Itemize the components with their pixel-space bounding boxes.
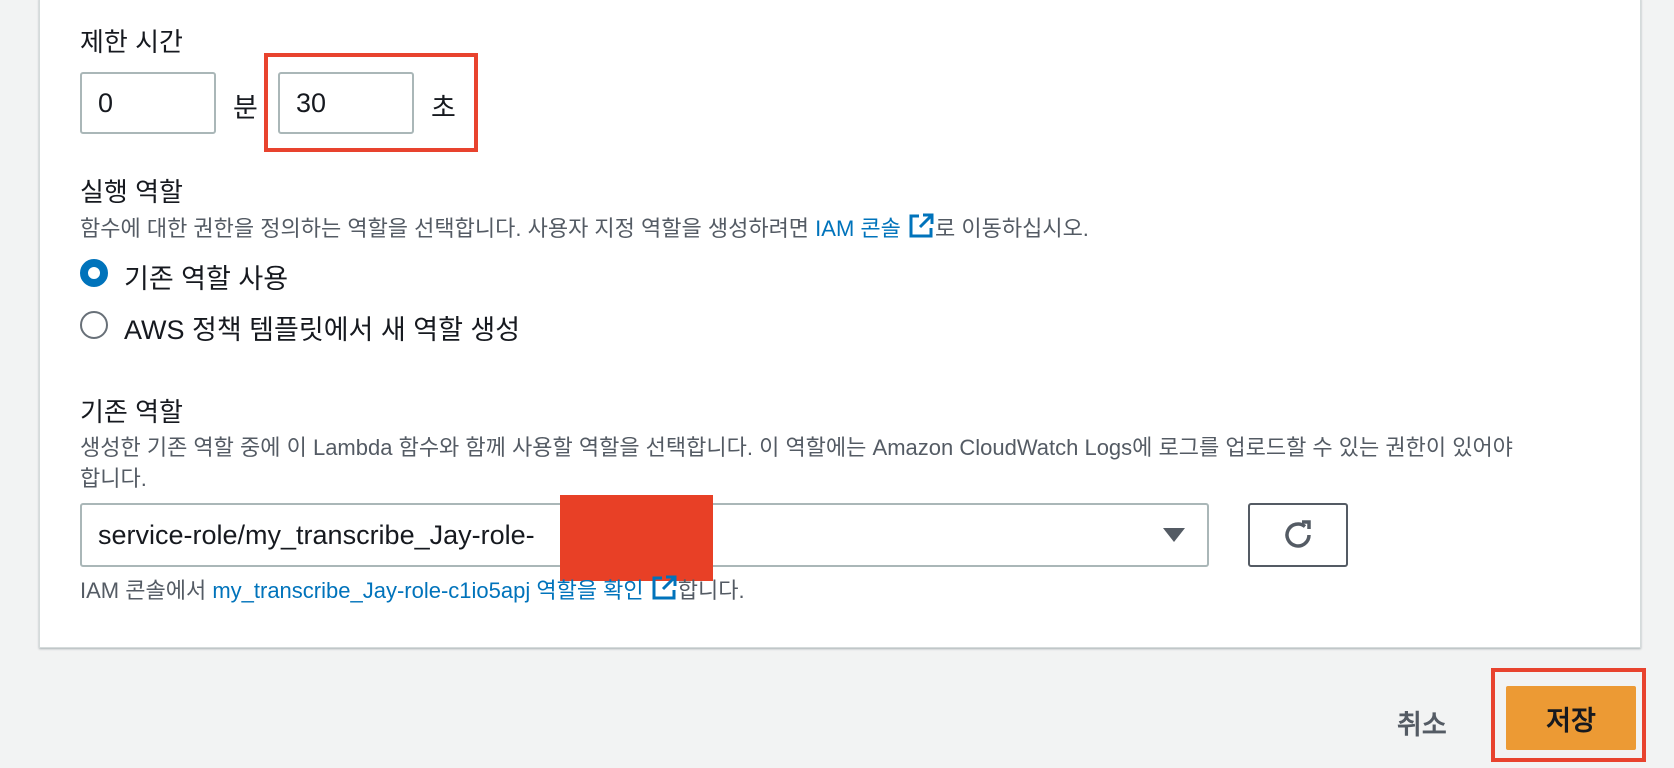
existing-role-footer: IAM 콘솔에서 my_transcribe_Jay-role-c1io5apj… bbox=[80, 574, 745, 611]
existing-role-footer-suffix: 합니다. bbox=[677, 578, 745, 603]
existing-role-description-line1: 생성한 기존 역할 중에 이 Lambda 함수와 함께 사용할 역할을 선택합… bbox=[80, 435, 1513, 460]
execution-role-description-suffix: 로 이동하십시오. bbox=[935, 216, 1089, 241]
execution-role-label: 실행 역할 bbox=[80, 177, 183, 207]
radio-label-create-from-template[interactable]: AWS 정책 템플릿에서 새 역할 생성 bbox=[124, 308, 520, 347]
save-button[interactable]: 저장 bbox=[1506, 686, 1636, 750]
execution-role-description-text: 함수에 대한 권한을 정의하는 역할을 선택합니다. 사용자 지정 역할을 생성… bbox=[80, 216, 816, 241]
radio-use-existing-role[interactable] bbox=[80, 259, 108, 287]
timeout-label: 제한 시간 bbox=[80, 27, 183, 57]
refresh-icon bbox=[1285, 520, 1311, 548]
existing-role-footer-text: IAM 콘솔에서 bbox=[80, 578, 213, 603]
existing-role-select-value: service-role/my_transcribe_Jay-role- bbox=[98, 520, 535, 550]
refresh-roles-button[interactable] bbox=[1248, 503, 1348, 567]
minutes-unit: 분 bbox=[233, 93, 258, 123]
radio-label-use-existing-role[interactable]: 기존 역할 사용 bbox=[124, 257, 288, 296]
existing-role-description-line2: 합니다. bbox=[80, 466, 147, 491]
external-link-icon[interactable] bbox=[650, 574, 678, 611]
execution-role-description: 함수에 대한 권한을 정의하는 역할을 선택합니다. 사용자 지정 역할을 생성… bbox=[80, 212, 1089, 249]
annotation-highlight-timeout bbox=[264, 53, 478, 152]
radio-create-from-template[interactable] bbox=[80, 311, 108, 339]
cancel-button[interactable]: 취소 bbox=[1397, 703, 1447, 742]
chevron-down-icon[interactable] bbox=[1163, 528, 1185, 542]
external-link-icon[interactable] bbox=[907, 212, 935, 249]
existing-role-label: 기존 역할 bbox=[80, 397, 183, 427]
timeout-minutes-input[interactable]: 0 bbox=[80, 72, 216, 134]
iam-console-link[interactable]: IAM 콘솔 bbox=[815, 216, 901, 241]
redaction-block bbox=[560, 495, 713, 581]
view-role-link[interactable]: my_transcribe_Jay-role-c1io5apj 역할을 확인 bbox=[212, 578, 643, 603]
